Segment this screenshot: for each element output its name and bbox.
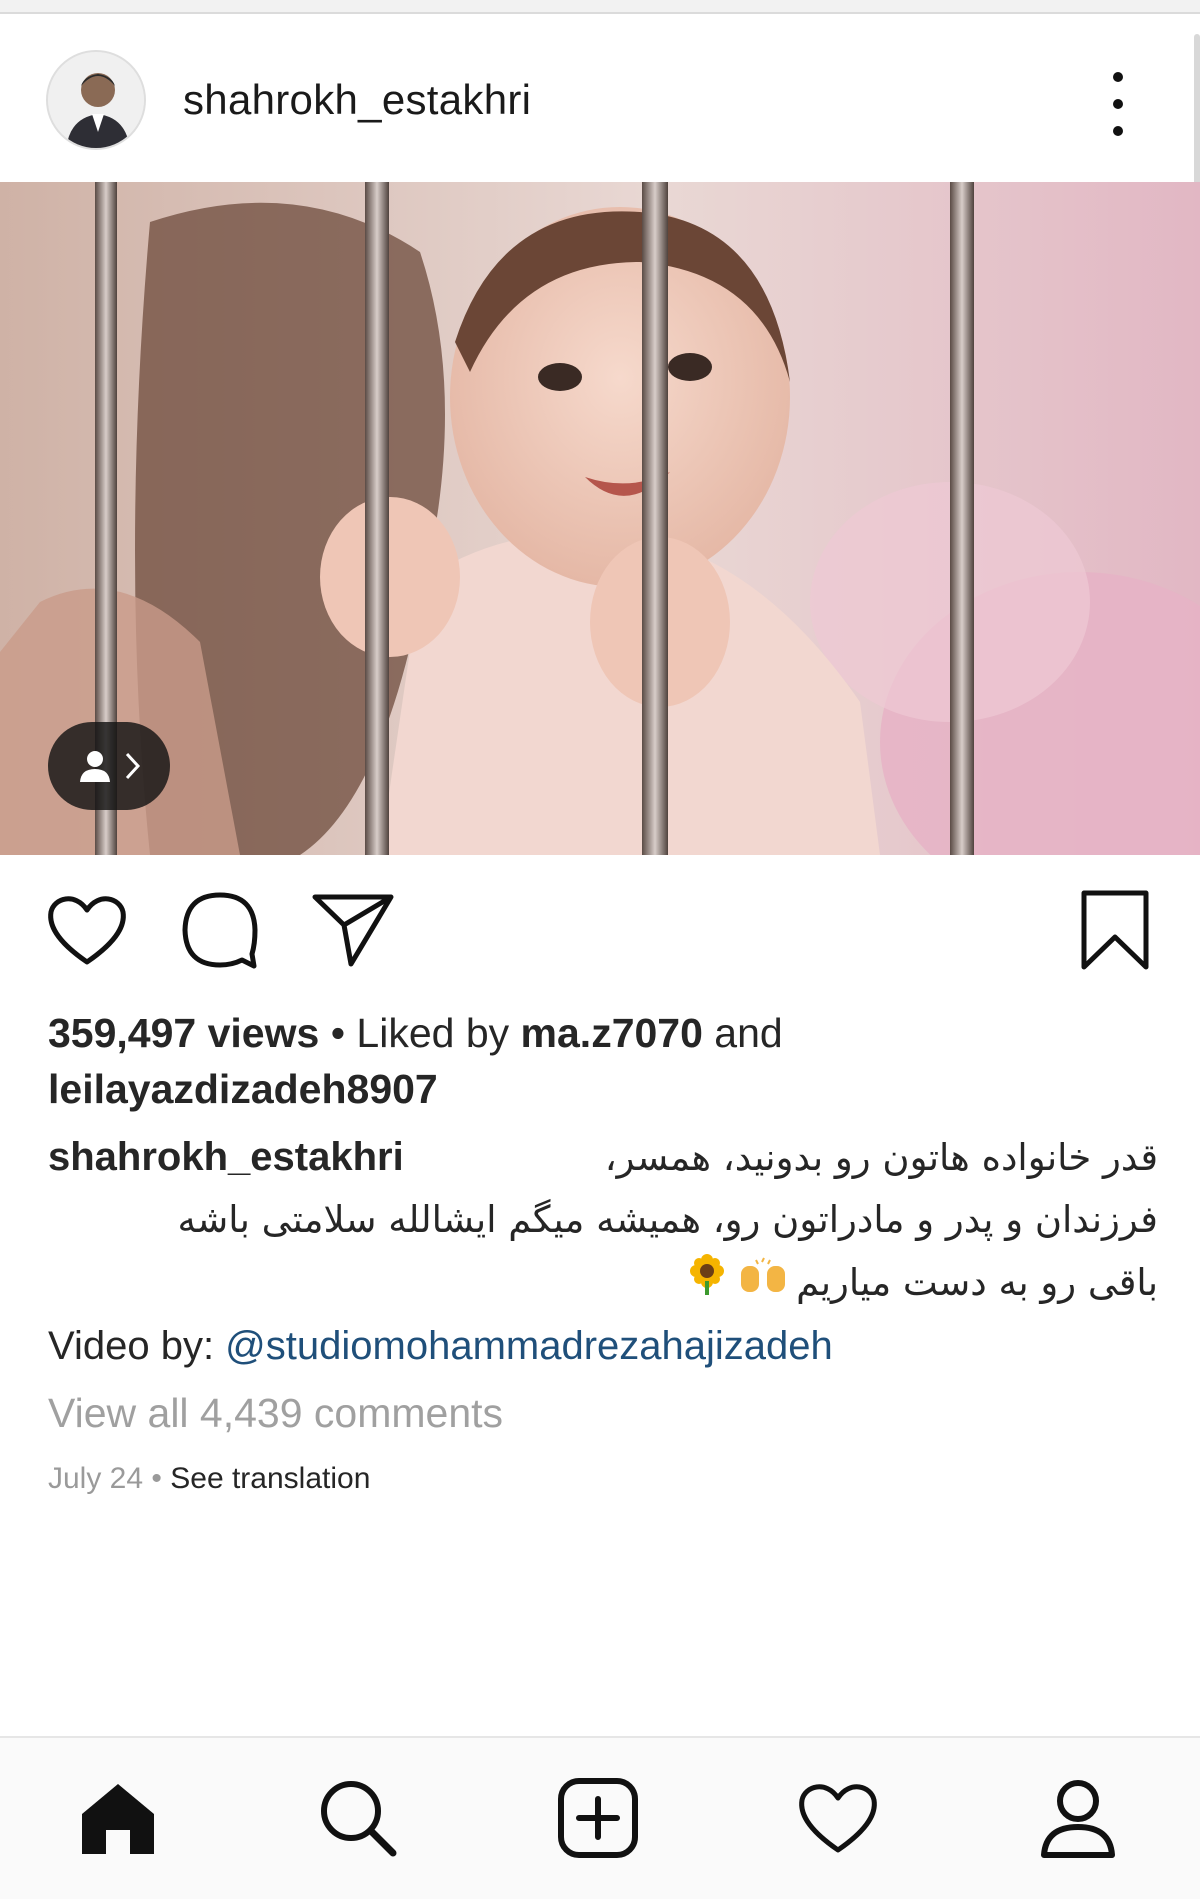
chevron-right-icon <box>125 752 141 780</box>
comment-button[interactable] <box>175 885 265 975</box>
post-actions <box>0 885 1200 985</box>
post-caption: shahrokh_estakhri قدر خانواده هاتون رو ب… <box>48 1126 1158 1377</box>
caption-text-line1: قدر خانواده هاتون رو بدونید، همسر، <box>604 1136 1158 1179</box>
tagged-people-button[interactable] <box>48 722 170 810</box>
sunflower-icon <box>684 1251 730 1315</box>
status-divider <box>0 0 1200 14</box>
caption-text-line3: باقی رو به دست میاریم <box>796 1261 1158 1304</box>
post-video[interactable] <box>0 182 1200 855</box>
nav-home[interactable] <box>68 1768 168 1868</box>
post-header: shahrokh_estakhri <box>0 14 1200 414</box>
liked-by-user[interactable]: ma.z7070 <box>521 1010 703 1056</box>
nav-add-post[interactable] <box>548 1768 648 1868</box>
more-options-button[interactable] <box>1098 64 1138 144</box>
home-icon <box>82 1784 154 1854</box>
paper-plane-icon <box>312 894 394 967</box>
bookmark-icon <box>1081 890 1149 970</box>
video-credit: Video by: @studiomohammadrezahajizadeh <box>48 1315 1158 1377</box>
nav-activity[interactable] <box>788 1768 888 1868</box>
video-by-label: Video by: <box>48 1324 226 1368</box>
date-separator: • <box>143 1462 171 1495</box>
post-date: July 24 <box>48 1462 144 1495</box>
person-tag-icon <box>80 751 110 782</box>
plus-square-icon <box>558 1778 638 1858</box>
person-icon <box>1041 1780 1115 1858</box>
view-count[interactable]: 359,497 views <box>48 1010 319 1056</box>
caption-username[interactable]: shahrokh_estakhri <box>48 1126 404 1188</box>
avatar[interactable] <box>46 50 146 150</box>
liked-by-user[interactable]: leilayazdizadeh8907 <box>48 1066 438 1112</box>
post-username[interactable]: shahrokh_estakhri <box>183 76 531 124</box>
comment-bubble-icon <box>182 892 258 969</box>
raised-hands-icon <box>738 1252 788 1314</box>
caption-text-line2: فرزندان و پدر و مادراتون رو، همیشه میگم … <box>177 1198 1158 1241</box>
see-translation-link[interactable]: See translation <box>170 1462 370 1495</box>
heart-icon <box>48 896 126 965</box>
mention-link[interactable]: @studiomohammadrezahajizadeh <box>225 1324 833 1368</box>
view-all-comments-link[interactable]: View all 4,439 comments <box>48 1390 503 1437</box>
liked-by-and: and <box>702 1010 783 1056</box>
more-vertical-icon <box>1113 72 1123 82</box>
share-button[interactable] <box>308 885 398 975</box>
heart-icon <box>799 1784 877 1853</box>
likes-summary: 359,497 views • Liked by ma.z7070 and le… <box>48 1005 1158 1117</box>
nav-search[interactable] <box>308 1768 408 1868</box>
search-icon <box>321 1781 397 1857</box>
like-button[interactable] <box>42 885 132 975</box>
save-button[interactable] <box>1070 885 1160 975</box>
liked-by-prefix: • Liked by <box>319 1010 521 1056</box>
nav-profile[interactable] <box>1028 1768 1128 1868</box>
post-date-line: July 24 • See translation <box>48 1462 370 1496</box>
bottom-navigation <box>0 1736 1200 1899</box>
